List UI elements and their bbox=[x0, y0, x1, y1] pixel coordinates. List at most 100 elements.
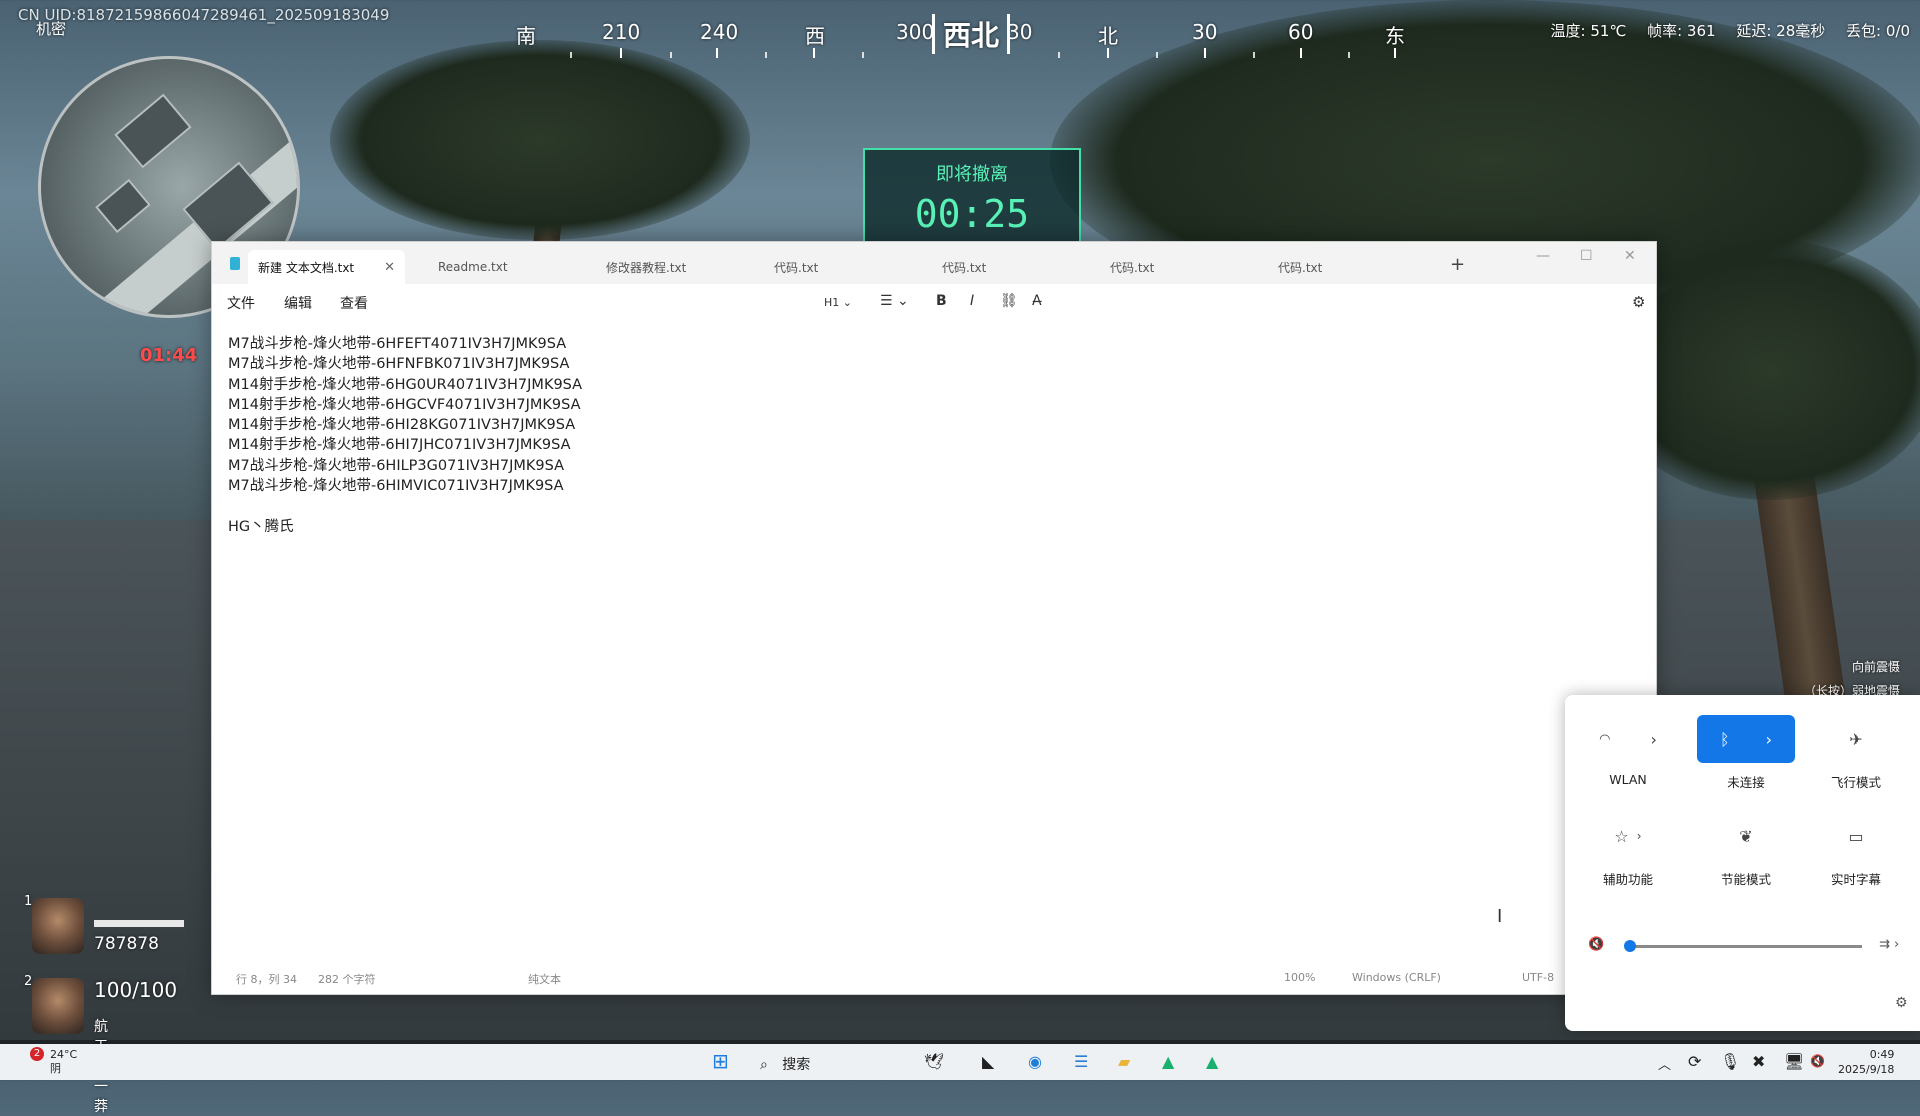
xbox-icon[interactable]: ✖ bbox=[1752, 1052, 1765, 1071]
bold-button[interactable]: B bbox=[936, 293, 947, 309]
compass-tick bbox=[813, 48, 815, 58]
tray-chevron-up-icon[interactable]: ︿ bbox=[1658, 1054, 1671, 1073]
quick-settings-panel: ◠ › ᛒ › ✈ WLAN 未连接 飞行模式 ☆ › ❦ ▭ 辅助功能 节能模… bbox=[1565, 695, 1920, 1031]
text-mode[interactable]: 纯文本 bbox=[528, 971, 561, 987]
airplane-mode-toggle[interactable]: ✈ bbox=[1807, 715, 1905, 763]
player-health: 100/100 bbox=[94, 978, 178, 1002]
minimize-icon[interactable]: — bbox=[1536, 248, 1550, 264]
minimap-building bbox=[95, 178, 151, 234]
menu-edit[interactable]: 编辑 bbox=[284, 293, 312, 313]
close-tab-icon[interactable]: ✕ bbox=[384, 260, 395, 275]
settings-gear-icon[interactable]: ⚙ bbox=[1895, 995, 1908, 1011]
editor-line[interactable]: M14射手步枪-烽火地带-6HI7JHC071IV3H7JMK9SA bbox=[228, 435, 582, 455]
compass-tick bbox=[670, 52, 672, 58]
editor-line[interactable]: HG丶腾氏 bbox=[228, 517, 582, 537]
audio-output-icon[interactable]: ⇉ › bbox=[1879, 937, 1899, 952]
zoom-level[interactable]: 100% bbox=[1284, 971, 1315, 984]
settings-gear-icon[interactable]: ⚙ bbox=[1632, 293, 1645, 311]
weather-widget[interactable]: 24°C 阴 bbox=[50, 1048, 77, 1076]
accessibility-toggle[interactable]: ☆ › bbox=[1579, 812, 1677, 860]
player-avatar bbox=[32, 978, 84, 1034]
volume-muted-icon[interactable]: 🔇 bbox=[1810, 1054, 1825, 1068]
file-explorer-icon[interactable]: ▰ bbox=[1118, 1052, 1130, 1071]
system-clock[interactable]: 0:49 2025/9/18 bbox=[1838, 1047, 1894, 1077]
captions-label: 实时字幕 bbox=[1830, 872, 1881, 887]
mute-speaker-icon[interactable]: 🔇 bbox=[1588, 937, 1604, 952]
notepad-icon bbox=[230, 257, 240, 270]
editor-line[interactable]: M14射手步枪-烽火地带-6HG0UR4071IV3H7JMK9SA bbox=[228, 375, 582, 395]
search-box[interactable]: ⌕ 搜索 bbox=[760, 1054, 810, 1074]
tab-modifier-tutorial[interactable]: 修改器教程.txt bbox=[606, 250, 686, 284]
editor-line[interactable]: M7战斗步枪-烽火地带-6HILP3G071IV3H7JMK9SA bbox=[228, 456, 582, 476]
app-green-triangle-icon-2[interactable]: ▲ bbox=[1206, 1052, 1218, 1071]
volume-slider-thumb[interactable] bbox=[1624, 940, 1636, 952]
menu-file[interactable]: 文件 bbox=[227, 293, 255, 313]
notepad-window: 新建 文本文档.txt ✕ Readme.txt 修改器教程.txt 代码.tx… bbox=[211, 241, 1657, 995]
tab-code-4[interactable]: 代码.txt bbox=[1278, 250, 1322, 284]
tab-readme[interactable]: Readme.txt bbox=[438, 250, 508, 284]
editor-line[interactable]: M14射手步枪-烽火地带-6HGCVF4071IV3H7JMK9SA bbox=[228, 395, 582, 415]
editor-line[interactable] bbox=[228, 496, 582, 516]
text-editor[interactable]: M7战斗步枪-烽火地带-6HFEFT4071IV3H7JMK9SA M7战斗步枪-… bbox=[228, 334, 582, 537]
link-button[interactable]: ⛓ bbox=[1000, 293, 1018, 309]
chevron-down-icon: ⌄ bbox=[897, 293, 909, 309]
clear-formatting-button[interactable]: A̶ bbox=[1032, 293, 1042, 309]
bluetooth-icon: ᛒ bbox=[1719, 729, 1730, 749]
fps-stat: 帧率: 361 bbox=[1647, 22, 1716, 40]
wlan-toggle[interactable]: ◠ › bbox=[1579, 715, 1677, 763]
tab-label: Readme.txt bbox=[438, 260, 508, 274]
compass-tick bbox=[1300, 48, 1302, 58]
editor-line[interactable]: M7战斗步枪-烽火地带-6HFEFT4071IV3H7JMK9SA bbox=[228, 334, 582, 354]
italic-button[interactable]: I bbox=[970, 293, 974, 309]
live-captions-toggle[interactable]: ▭ bbox=[1807, 812, 1905, 860]
tab-label: 代码.txt bbox=[1278, 260, 1323, 275]
list-icon: ☰ bbox=[880, 293, 893, 309]
airplane-label: 飞行模式 bbox=[1830, 775, 1881, 790]
encoding[interactable]: UTF-8 bbox=[1522, 971, 1554, 984]
list-dropdown[interactable]: ☰ ⌄ bbox=[880, 293, 909, 309]
wlan-label: WLAN bbox=[1609, 772, 1647, 787]
chevron-right-icon[interactable]: › bbox=[1650, 730, 1656, 749]
line-ending[interactable]: Windows (CRLF) bbox=[1352, 971, 1441, 984]
microphone-icon[interactable]: 🎙 bbox=[1720, 1052, 1740, 1071]
network-icon[interactable]: 🖥 bbox=[1784, 1052, 1804, 1071]
game-uid: CN UID:818721598660472894​61_20250918​30… bbox=[18, 6, 390, 24]
tab-code-3[interactable]: 代码.txt bbox=[1110, 250, 1154, 284]
start-windows-icon[interactable]: ⊞ bbox=[712, 1049, 729, 1073]
close-window-icon[interactable]: ✕ bbox=[1624, 248, 1636, 264]
compass-tick bbox=[1156, 52, 1158, 58]
tab-code-1[interactable]: 代码.txt bbox=[774, 250, 818, 284]
compass-label: 30 bbox=[1007, 20, 1033, 44]
new-tab-button[interactable]: + bbox=[1450, 254, 1465, 275]
compass-tick bbox=[1348, 52, 1350, 58]
heading-dropdown[interactable]: H1 ⌄ bbox=[824, 296, 852, 309]
palm-foliage bbox=[330, 40, 750, 240]
menu-view[interactable]: 查看 bbox=[340, 293, 368, 313]
extraction-timer-panel: 即将撤离 00:25 bbox=[863, 148, 1081, 245]
compass-tick bbox=[620, 48, 622, 58]
tab-new-text-document[interactable]: 新建 文本文档.txt ✕ bbox=[248, 250, 406, 284]
app-bird-icon[interactable]: 🕊 bbox=[924, 1052, 944, 1071]
chevron-right-icon[interactable]: › bbox=[1637, 829, 1642, 843]
energy-label: 节能模式 bbox=[1720, 872, 1771, 887]
sync-icon[interactable]: ⟳ bbox=[1688, 1052, 1701, 1071]
editor-line[interactable]: M7战斗步枪-烽火地带-6HFNFBK071IV3H7JMK9SA bbox=[228, 354, 582, 374]
editor-line[interactable]: M7战斗步枪-烽火地带-6HIMVIC071IV3H7JMK9SA bbox=[228, 476, 582, 496]
app-dark-icon[interactable]: ◣ bbox=[982, 1052, 994, 1071]
energy-saver-toggle[interactable]: ❦ bbox=[1697, 812, 1795, 860]
tab-code-2[interactable]: 代码.txt bbox=[942, 250, 986, 284]
bluetooth-label: 未连接 bbox=[1727, 775, 1765, 790]
chevron-right-icon[interactable]: › bbox=[1766, 730, 1772, 749]
compass-label: 240 bbox=[700, 20, 739, 44]
app-green-triangle-icon[interactable]: ▲ bbox=[1162, 1052, 1174, 1071]
secret-label: 机密 bbox=[36, 20, 67, 38]
editor-line[interactable]: M14射手步枪-烽火地带-6HI28KG071IV3H7JMK9SA bbox=[228, 415, 582, 435]
extraction-title: 即将撤离 bbox=[936, 164, 1008, 185]
maximize-icon[interactable]: ☐ bbox=[1580, 248, 1593, 264]
compass-label: 300 bbox=[896, 20, 935, 44]
bluetooth-toggle[interactable]: ᛒ › bbox=[1697, 715, 1795, 763]
compass-tick bbox=[570, 52, 572, 58]
notepad-app-icon[interactable]: ☰ bbox=[1074, 1052, 1088, 1071]
volume-slider[interactable] bbox=[1630, 945, 1862, 948]
edge-browser-icon[interactable]: ◉ bbox=[1028, 1052, 1042, 1071]
